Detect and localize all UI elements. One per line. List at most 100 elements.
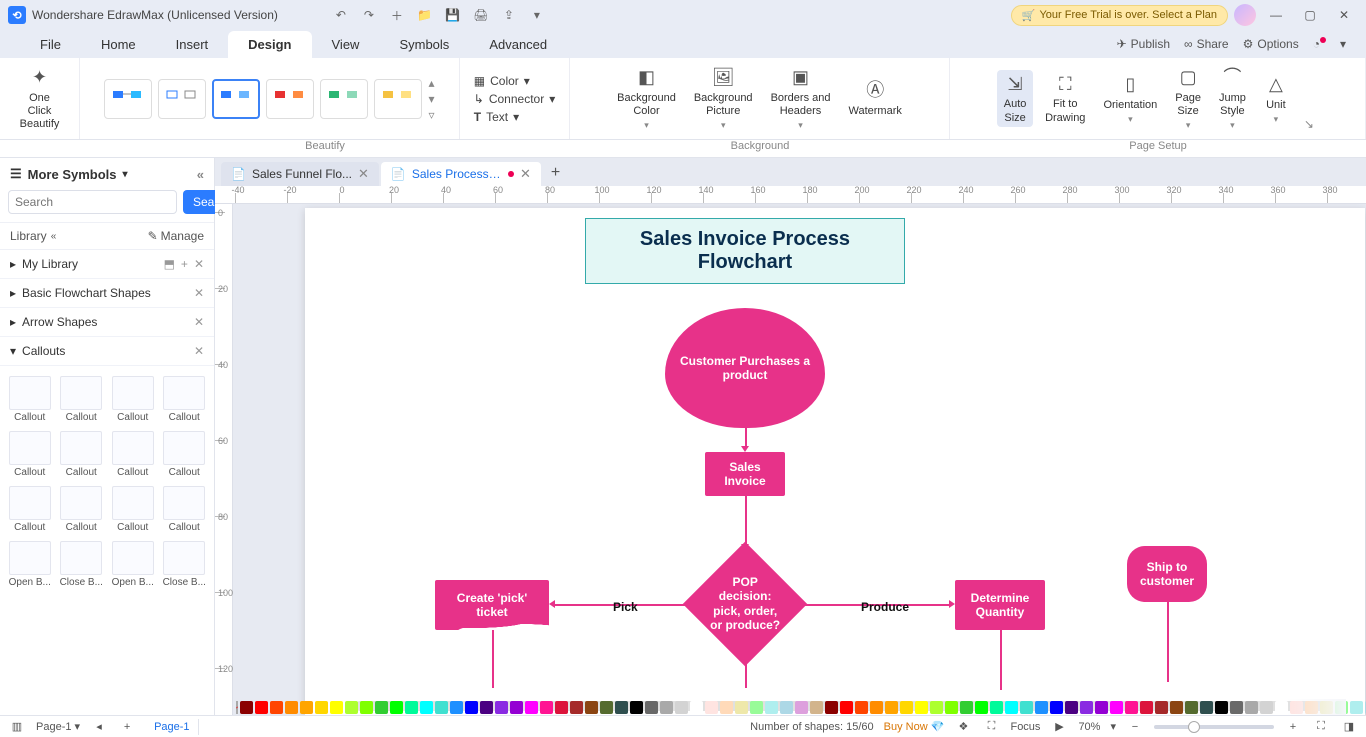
node-customer-purchase[interactable]: Customer Purchases a product (665, 308, 825, 428)
page-prev-icon[interactable]: ◂ (90, 720, 108, 733)
color-swatch[interactable] (240, 701, 253, 714)
color-swatch[interactable] (300, 701, 313, 714)
gallery-item[interactable]: Close B... (159, 537, 211, 592)
color-swatch[interactable] (630, 701, 643, 714)
pagesetup-launcher-icon[interactable]: ↘ (1300, 113, 1318, 135)
color-swatch[interactable] (780, 701, 793, 714)
focus-frame-icon[interactable]: ⛶ (982, 720, 1000, 733)
tab-close-icon[interactable]: ✕ (520, 166, 531, 182)
share-button[interactable]: ∞Share (1184, 37, 1229, 51)
watermark-button[interactable]: ⒶWatermark (843, 77, 908, 120)
color-swatch[interactable] (1260, 701, 1273, 714)
color-swatch[interactable] (960, 701, 973, 714)
connector-dropdown[interactable]: ↳Connector▾ (474, 91, 555, 107)
color-swatch[interactable] (705, 701, 718, 714)
color-swatch[interactable] (855, 701, 868, 714)
color-swatch[interactable] (555, 701, 568, 714)
color-swatch[interactable] (915, 701, 928, 714)
jump-style-button[interactable]: ⌒Jump Style▾ (1213, 64, 1252, 133)
connector[interactable] (745, 496, 747, 546)
color-swatch[interactable] (1125, 701, 1138, 714)
color-swatch[interactable] (450, 701, 463, 714)
color-swatch[interactable] (660, 701, 673, 714)
orientation-button[interactable]: ▯Orientation▾ (1097, 71, 1163, 127)
save-icon[interactable]: 💾 (442, 4, 464, 26)
chevron-down-icon[interactable]: ▾ (1340, 37, 1346, 51)
color-swatch[interactable] (930, 701, 943, 714)
color-swatch[interactable] (1200, 701, 1213, 714)
redo-icon[interactable]: ↷ (358, 4, 380, 26)
color-swatch[interactable] (1095, 701, 1108, 714)
color-swatch[interactable] (585, 701, 598, 714)
theme-next-icon[interactable]: ▾ (428, 92, 434, 106)
color-swatch[interactable] (975, 701, 988, 714)
color-swatch[interactable] (735, 701, 748, 714)
cat-close-icon[interactable]: ✕ (194, 257, 204, 271)
menu-symbols[interactable]: Symbols (379, 31, 469, 58)
zoom-value[interactable]: 70% (1078, 721, 1100, 733)
add-icon[interactable]: + (181, 257, 188, 271)
page-tab-1[interactable]: Page-1 (146, 719, 198, 735)
color-swatch[interactable] (1005, 701, 1018, 714)
sidebar-cat-arrow[interactable]: ▸ Arrow Shapes✕ (0, 308, 214, 337)
library-label[interactable]: Library (10, 229, 47, 243)
close-icon[interactable]: ✕ (1330, 4, 1358, 26)
color-swatch[interactable] (1215, 701, 1228, 714)
color-swatch[interactable] (720, 701, 733, 714)
pages-icon[interactable]: ▥ (8, 720, 26, 733)
color-swatch[interactable] (420, 701, 433, 714)
open-icon[interactable]: 📁 (414, 4, 436, 26)
manage-link[interactable]: Manage (161, 229, 204, 243)
unit-button[interactable]: △Unit▾ (1258, 71, 1294, 127)
color-swatch[interactable] (1170, 701, 1183, 714)
color-swatch[interactable] (750, 701, 763, 714)
color-swatch[interactable] (1185, 701, 1198, 714)
publish-button[interactable]: ✈Publish (1117, 37, 1170, 51)
flowchart-title[interactable]: Sales Invoice Process Flowchart (585, 218, 905, 284)
color-swatch[interactable] (285, 701, 298, 714)
maximize-icon[interactable]: ▢ (1296, 4, 1324, 26)
doc-tab-2[interactable]: 📄Sales Process F...✕ (381, 162, 541, 186)
color-swatch[interactable] (765, 701, 778, 714)
color-swatch[interactable] (675, 701, 688, 714)
color-swatch[interactable] (1155, 701, 1168, 714)
connector[interactable] (1167, 602, 1169, 682)
notif-icon[interactable]: ◔ (1313, 37, 1326, 51)
bg-color-button[interactable]: ◧Background Color▾ (611, 64, 682, 133)
sidebar-cat-flowchart[interactable]: ▸ Basic Flowchart Shapes✕ (0, 279, 214, 308)
buy-now-link[interactable]: Buy Now 💎 (884, 720, 945, 733)
gallery-item[interactable]: Callout (107, 427, 159, 482)
gallery-item[interactable]: Callout (107, 482, 159, 537)
text-dropdown[interactable]: TText▾ (474, 109, 555, 125)
menu-advanced[interactable]: Advanced (469, 31, 567, 58)
collapse-sidebar-icon[interactable]: « (197, 167, 204, 182)
color-swatch[interactable] (1350, 701, 1363, 714)
search-input[interactable] (8, 190, 177, 214)
gallery-item[interactable]: Callout (4, 427, 56, 482)
color-swatch[interactable] (510, 701, 523, 714)
export-icon[interactable]: ⇪ (498, 4, 520, 26)
gallery-item[interactable]: Callout (159, 427, 211, 482)
menu-design[interactable]: Design (228, 31, 311, 58)
page-size-button[interactable]: ▢Page Size▾ (1169, 64, 1207, 133)
color-swatch[interactable] (885, 701, 898, 714)
cat-close-icon[interactable]: ✕ (194, 286, 204, 300)
more-icon[interactable]: ▾ (526, 4, 548, 26)
zoom-in-icon[interactable]: + (1284, 721, 1302, 733)
import-icon[interactable]: ⬒ (164, 257, 175, 271)
color-swatch[interactable] (645, 701, 658, 714)
color-swatch[interactable] (1065, 701, 1078, 714)
panel-icon[interactable]: ◨ (1340, 720, 1358, 733)
zoom-out-icon[interactable]: − (1126, 721, 1144, 733)
color-swatch[interactable] (900, 701, 913, 714)
color-swatch[interactable] (825, 701, 838, 714)
node-ship[interactable]: Ship to customer (1127, 546, 1207, 602)
color-swatch[interactable] (570, 701, 583, 714)
gallery-item[interactable]: Callout (107, 372, 159, 427)
gallery-item[interactable]: Callout (4, 372, 56, 427)
canvas[interactable]: 020406080100120 Sales Invoice Process Fl… (215, 204, 1366, 715)
gallery-item[interactable]: Callout (159, 372, 211, 427)
trial-banner[interactable]: 🛒 Your Free Trial is over. Select a Plan (1011, 5, 1228, 26)
gallery-item[interactable]: Callout (4, 482, 56, 537)
menu-view[interactable]: View (312, 31, 380, 58)
